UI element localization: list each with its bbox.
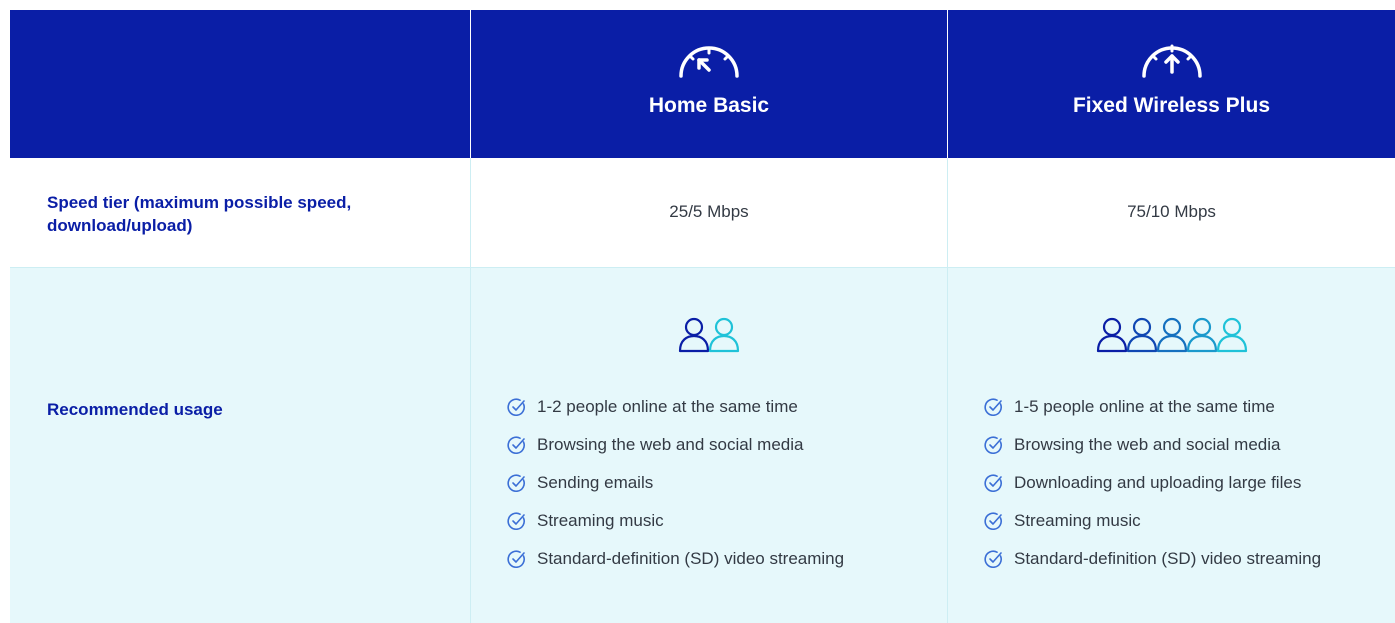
feature-item: Streaming music (984, 508, 1321, 534)
user-icon (678, 317, 710, 353)
check-circle-icon (984, 436, 1002, 455)
feature-text: Downloading and uploading large files (1014, 473, 1302, 492)
plan-header-home-basic: Home Basic (470, 10, 947, 158)
feature-list: 1-5 people online at the same time Browsi… (984, 394, 1321, 584)
gauge-high-icon (1141, 44, 1202, 78)
feature-text: Standard-definition (SD) video streaming (537, 549, 845, 568)
feature-item: 1-2 people online at the same time (507, 394, 844, 420)
check-circle-icon (507, 398, 525, 417)
user-icon (1126, 317, 1157, 353)
feature-text: Browsing the web and social media (537, 435, 804, 454)
speed-value: 75/10 Mbps (1127, 202, 1216, 221)
recommended-usage-label: Recommended usage (47, 400, 223, 419)
plan-comparison-table: Home Basic Fixed Wireless Plus Speed tie… (10, 10, 1395, 623)
feature-item: Browsing the web and social media (507, 432, 844, 458)
gauge-low-icon (679, 46, 739, 78)
feature-item: 1-5 people online at the same time (984, 394, 1321, 420)
feature-item: Standard-definition (SD) video streaming (984, 546, 1321, 572)
check-circle-icon (984, 550, 1002, 569)
plan-header-fixed-wireless-plus: Fixed Wireless Plus (947, 10, 1395, 158)
feature-item: Browsing the web and social media (984, 432, 1321, 458)
check-circle-icon (984, 474, 1002, 493)
feature-text: Streaming music (1014, 511, 1141, 530)
check-circle-icon (984, 512, 1002, 531)
header-empty-cell (10, 10, 470, 158)
feature-text: 1-2 people online at the same time (537, 397, 798, 416)
speed-cell-home-basic: 25/5 Mbps (470, 158, 947, 267)
usage-cell-fixed-wireless-plus: 1-5 people online at the same time Browsi… (947, 268, 1395, 623)
check-circle-icon (507, 436, 525, 455)
feature-item: Standard-definition (SD) video streaming (507, 546, 844, 572)
user-icon (1096, 317, 1127, 353)
user-icons (948, 316, 1395, 354)
speed-tier-label: Speed tier (maximum possible speed, down… (47, 193, 352, 235)
feature-text: Browsing the web and social media (1014, 435, 1281, 454)
feature-text: Sending emails (537, 473, 654, 492)
feature-text: Standard-definition (SD) video streaming (1014, 549, 1322, 568)
feature-item: Downloading and uploading large files (984, 470, 1321, 496)
user-icon (1156, 317, 1187, 353)
user-icon (708, 317, 740, 353)
user-icon (1216, 317, 1247, 353)
check-circle-icon (507, 550, 525, 569)
check-circle-icon (984, 398, 1002, 417)
speed-tier-row: Speed tier (maximum possible speed, down… (10, 158, 1395, 268)
speed-tier-label-cell: Speed tier (maximum possible speed, down… (10, 158, 470, 267)
speed-cell-fixed-wireless-plus: 75/10 Mbps (947, 158, 1395, 267)
usage-label-cell: Recommended usage (10, 268, 470, 623)
feature-text: 1-5 people online at the same time (1014, 397, 1275, 416)
feature-item: Sending emails (507, 470, 844, 496)
plan-name: Home Basic (648, 94, 770, 117)
recommended-usage-row: Recommended usage 1-2 people online at t… (10, 268, 1395, 623)
usage-cell-home-basic: 1-2 people online at the same time Browsi… (470, 268, 947, 623)
user-icon (1186, 317, 1217, 353)
check-circle-icon (507, 512, 525, 531)
user-icons (471, 316, 947, 354)
speed-value: 25/5 Mbps (669, 202, 749, 221)
check-circle-icon (507, 474, 525, 493)
table-header-row: Home Basic Fixed Wireless Plus (10, 10, 1395, 158)
feature-text: Streaming music (537, 511, 664, 530)
feature-item: Streaming music (507, 508, 844, 534)
plan-name: Fixed Wireless Plus (1072, 94, 1271, 117)
feature-list: 1-2 people online at the same time Browsi… (507, 394, 844, 584)
